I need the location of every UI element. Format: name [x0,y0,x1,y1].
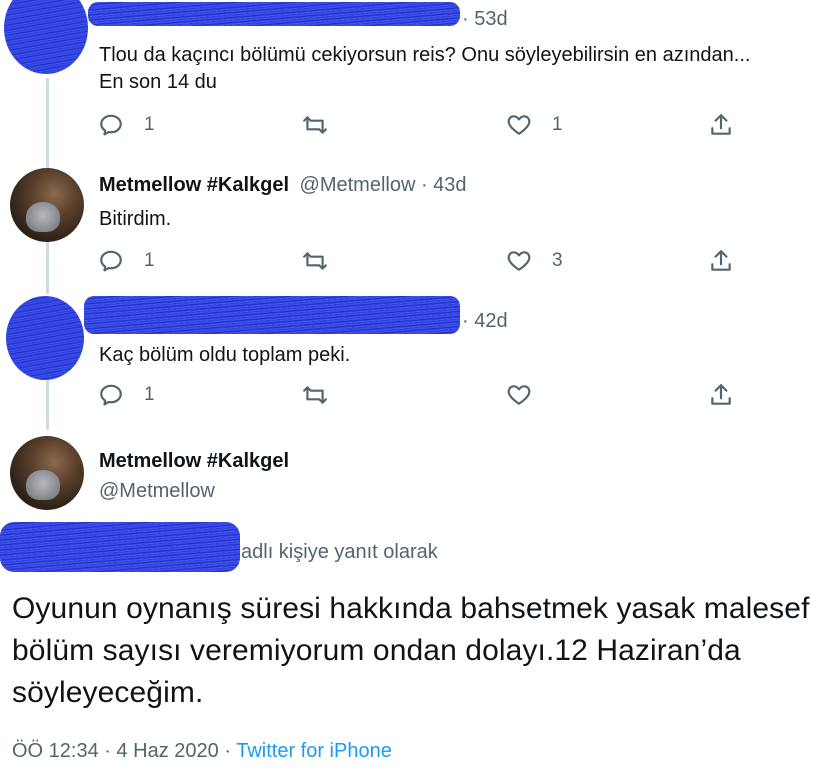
retweet-icon [303,116,327,134]
handle[interactable]: @Metmellow [99,480,215,503]
main-tweet-text: Oyunun oynanış süresi hakkında bahsetmek… [12,592,810,709]
share-button[interactable] [708,112,734,138]
redacted-username [88,2,460,26]
like-icon [507,385,531,405]
retweet-button[interactable] [302,112,328,138]
like-button[interactable]: 1 [506,112,563,138]
retweet-icon [303,252,327,270]
avatar[interactable] [10,436,84,510]
redacted-avatar [6,296,84,380]
retweet-button[interactable] [302,248,328,274]
reply-icon [100,384,122,406]
source-link[interactable]: Twitter for iPhone [236,740,392,762]
reply-button[interactable]: 1 [98,248,155,274]
share-icon [711,114,731,135]
redacted-username [84,296,460,334]
display-name[interactable]: Metmellow #Kalkgel [99,174,289,196]
like-icon [507,115,531,135]
like-count: 1 [552,114,563,135]
reply-count: 1 [144,114,155,135]
share-icon [711,250,731,271]
retweet-icon [303,386,327,404]
reply-icon [100,114,122,136]
reply-count: 1 [144,384,155,405]
reply-button[interactable]: 1 [98,382,155,408]
thread-line [46,78,49,170]
retweet-button[interactable] [302,382,328,408]
like-button[interactable]: 3 [506,248,563,274]
reply-icon [100,250,122,272]
share-button[interactable] [708,382,734,408]
like-count: 3 [552,250,563,271]
tweet-text: Tlou da kaçıncı bölümü cekiyorsun reis? … [99,44,751,93]
tweet-text: Kaç bölüm oldu toplam peki. [99,344,351,366]
thread-line [46,378,49,430]
share-button[interactable] [708,248,734,274]
tweet-text: Bitirdim. [99,208,172,230]
tweet-footer: ÖÖ 12:34 · 4 Haz 2020 · Twitter for iPho… [12,740,392,763]
reply-button[interactable]: 1 [98,112,155,138]
avatar[interactable] [10,168,84,242]
reply-context: adlı kişiye yanıt olarak [241,541,438,563]
like-icon [507,251,531,271]
redacted-avatar [4,0,88,74]
tweet-time: · 53d [462,8,508,30]
timestamp[interactable]: ÖÖ 12:34 · 4 Haz 2020 · [12,740,236,762]
display-name[interactable]: Metmellow #Kalkgel [99,450,289,473]
handle-and-time: @Metmellow · 43d [299,174,467,196]
like-button[interactable] [506,382,532,408]
reply-count: 1 [144,250,155,271]
tweet-time: · 42d [462,310,508,332]
redacted-reply-target [0,522,240,572]
thread-line [46,242,49,294]
share-icon [711,384,731,405]
